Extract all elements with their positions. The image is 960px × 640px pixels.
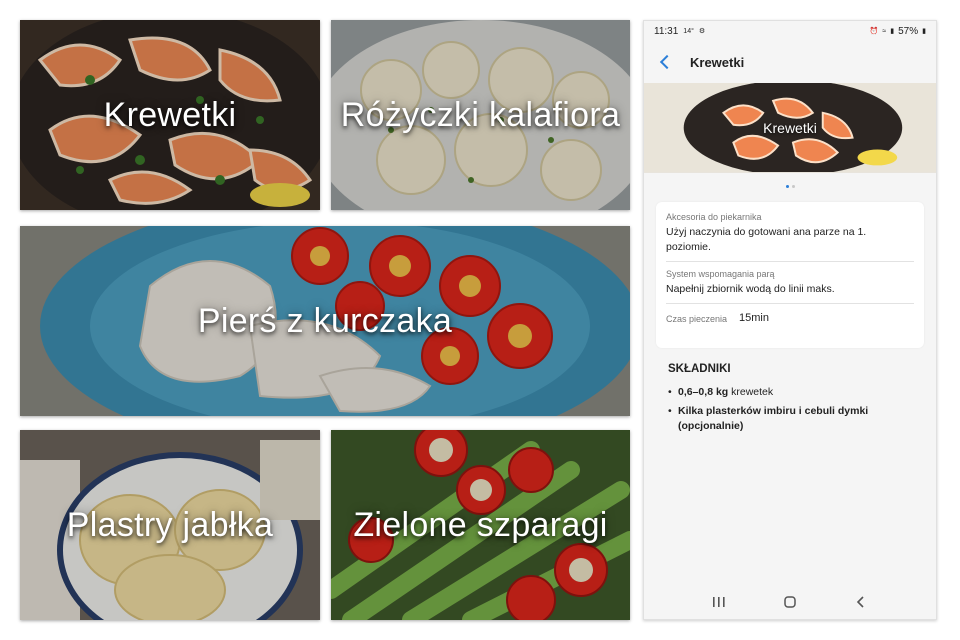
ingredient-amount: Kilka plasterków imbiru i cebuli dymki (… [678,405,869,432]
steam-section: System wspomagania parą Napełnij zbiorni… [666,269,914,304]
accessory-label: Akcesoria do piekarnika [666,212,762,222]
carousel-indicator [644,185,936,188]
tile-label: Krewetki [103,95,237,134]
ingredients-heading: SKŁADNIKI [668,363,731,375]
tile-label: Zielone szparagi [353,505,608,544]
tile-label: Różyczki kalafiora [340,95,621,134]
cooking-time-row: Czas pieczenia 15min [666,311,914,326]
recipe-tile-krewetki[interactable]: Krewetki [20,20,320,210]
home-icon [784,596,796,608]
recent-apps-button[interactable] [709,592,729,612]
bullet-icon: • [668,386,672,398]
recipe-tile-jablko[interactable]: Plastry jabłka [20,430,320,620]
ingredients-list: • 0,6–0,8 kg krewetek • Kilka plasterków… [668,385,908,438]
alarm-icon: ⏰ [869,28,879,35]
recipe-info-card: Akcesoria do piekarnika Użyj naczynia do… [656,202,924,348]
accessory-section: Akcesoria do piekarnika Użyj naczynia do… [666,212,914,262]
cooking-time-value: 15min [739,312,769,324]
steam-value: Napełnij zbiornik wodą do linii maks. [666,283,835,295]
notification-icon: ⚙ [698,28,706,35]
carousel-dot-active[interactable] [785,185,789,188]
back-icon [856,596,864,608]
hero-label: Krewetki [763,120,817,136]
recent-apps-icon [713,597,725,607]
cooking-time-label: Czas pieczenia [666,313,728,324]
recipe-hero-image[interactable]: Krewetki [644,83,936,173]
accessory-value: Użyj naczynia do gotowani ana parze na 1… [666,226,867,253]
battery-icon: ▮ [922,28,926,35]
list-item: • Kilka plasterków imbiru i cebuli dymki… [668,404,908,434]
tile-label: Plastry jabłka [66,505,274,544]
back-arrow-icon[interactable] [659,54,675,70]
tile-label: Pierś z kurczaka [197,301,453,340]
home-button[interactable] [780,592,800,612]
ingredient-name: krewetek [728,386,774,398]
carousel-dot[interactable] [791,185,795,188]
recipe-tile-kalafior[interactable]: Różyczki kalafiora [331,20,630,210]
recipe-tile-piers[interactable]: Pierś z kurczaka [20,226,630,416]
status-time: 11:31 [654,25,679,37]
ingredient-amount: 0,6–0,8 kg [678,386,729,398]
phone-screen: 11:31 14° ⚙ ⏰ ≈ ▮ 57% ▮ Krewetki Krewetk… [643,20,937,620]
back-button[interactable] [851,592,871,612]
page-title: Krewetki [690,54,745,70]
list-item: • 0,6–0,8 kg krewetek [668,385,908,400]
recipe-tile-szparagi[interactable]: Zielone szparagi [331,430,630,620]
bullet-icon: • [668,405,672,417]
status-bar: 11:31 14° ⚙ ⏰ ≈ ▮ 57% ▮ [644,21,936,41]
system-nav-bar [644,585,936,619]
signal-icon: ▮ [890,28,895,35]
battery-percent: 57% [898,25,919,37]
steam-label: System wspomagania parą [666,269,775,279]
wifi-icon: ≈ [882,27,887,35]
status-temperature: 14° [683,27,694,35]
app-bar: Krewetki [644,43,936,81]
